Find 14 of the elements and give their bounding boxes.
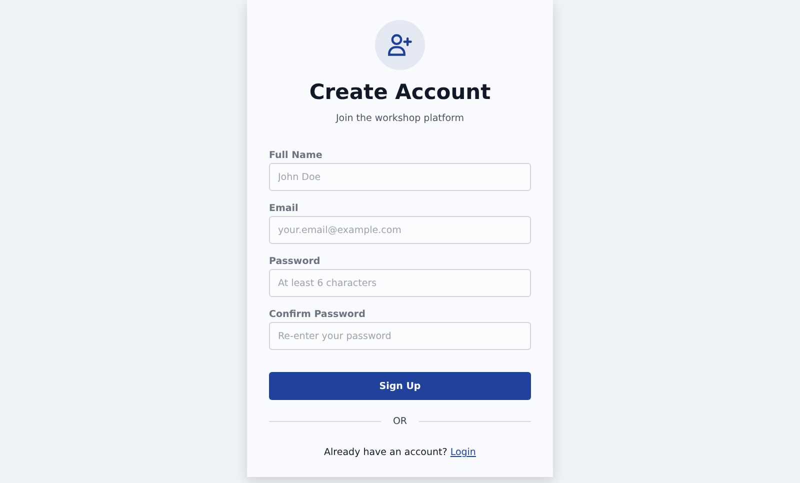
field-label: Email bbox=[269, 203, 300, 214]
sign-up-button[interactable]: Sign Up bbox=[269, 372, 531, 400]
subtitle: Join the workshop platform bbox=[336, 113, 464, 124]
field-label: Confirm Password bbox=[269, 309, 366, 320]
add-user-icon bbox=[387, 32, 413, 58]
divider-label: OR bbox=[392, 416, 408, 427]
input-field[interactable]: Re-enter your password bbox=[269, 322, 531, 350]
field-label: Password bbox=[269, 256, 322, 267]
input-field[interactable]: At least 6 characters bbox=[269, 269, 531, 297]
login-link[interactable]: Login bbox=[450, 447, 476, 458]
input-field[interactable]: your.email@example.com bbox=[269, 216, 531, 244]
login-prompt: Already have an account? Login bbox=[324, 447, 476, 458]
page-title: Create Account bbox=[309, 80, 491, 104]
field-label: Full Name bbox=[269, 150, 324, 161]
